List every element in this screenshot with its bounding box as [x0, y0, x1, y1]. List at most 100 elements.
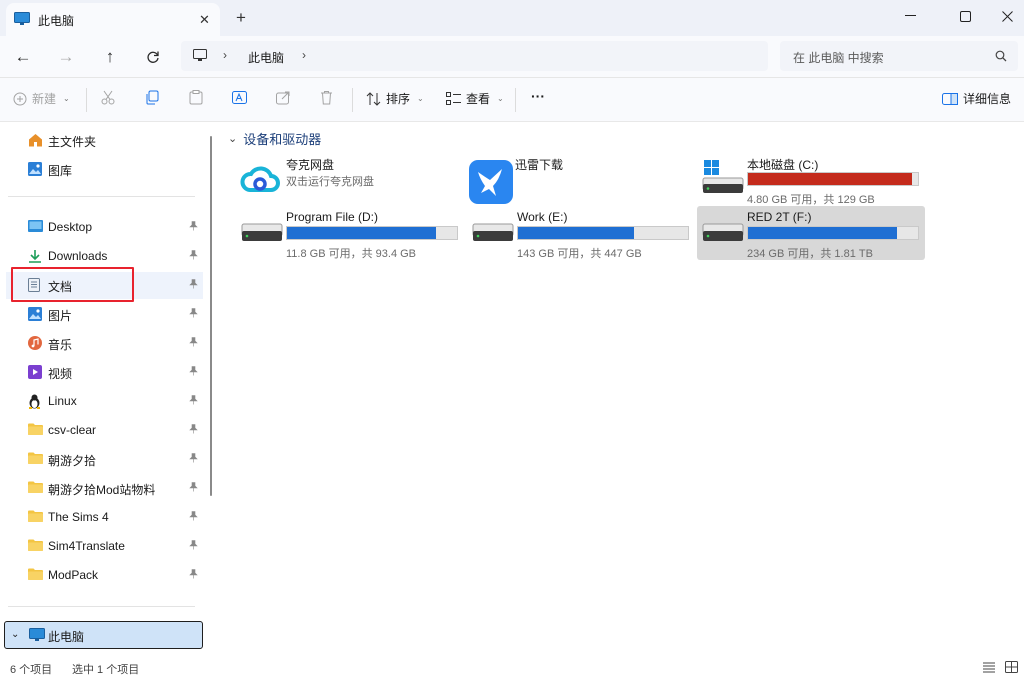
sidebar-item-modpack[interactable]: ModPack: [6, 562, 203, 589]
tab-this-pc[interactable]: 此电脑 ✕: [6, 3, 220, 36]
sidebar-item-folder[interactable]: 朝游夕拾: [6, 446, 203, 473]
tiles-view-icon: [1005, 661, 1018, 673]
address-bar: ← → ↑ › 此电脑 › 在 此电脑 中搜索: [0, 36, 1024, 78]
back-button[interactable]: ←: [8, 44, 38, 70]
search-box[interactable]: 在 此电脑 中搜索: [780, 41, 1018, 71]
maximize-button[interactable]: [942, 0, 988, 32]
drive-item-f[interactable]: RED 2T (F:) 234 GB 可用，共 1.81 TB: [697, 206, 925, 260]
pin-icon[interactable]: [189, 511, 198, 521]
music-icon: [28, 336, 42, 350]
drive-item-d[interactable]: Program File (D:) 11.8 GB 可用，共 93.4 GB: [236, 206, 464, 260]
cut-button[interactable]: [101, 90, 115, 105]
close-button[interactable]: [984, 0, 1024, 32]
pin-icon[interactable]: [189, 482, 198, 492]
sort-icon: [366, 91, 381, 106]
sidebar-item-sim4translate[interactable]: Sim4Translate: [6, 533, 203, 560]
sidebar-item-gallery[interactable]: 图库: [6, 156, 203, 183]
paste-button[interactable]: [189, 90, 203, 105]
sidebar-item-music[interactable]: 音乐: [6, 330, 203, 357]
rename-button[interactable]: [232, 90, 247, 105]
copy-button[interactable]: [145, 90, 159, 105]
app-name: 迅雷下载: [515, 158, 564, 172]
tab-title: 此电脑: [38, 14, 75, 28]
share-button[interactable]: [276, 90, 291, 105]
chevron-right-icon[interactable]: ›: [223, 48, 227, 62]
drive-item-e[interactable]: Work (E:) 143 GB 可用，共 447 GB: [467, 206, 695, 260]
details-pane-button[interactable]: 详细信息: [942, 90, 1011, 107]
refresh-button[interactable]: [138, 44, 168, 70]
sidebar-item-desktop[interactable]: Desktop: [6, 214, 203, 241]
sidebar-item-the-sims-4[interactable]: The Sims 4: [6, 504, 203, 531]
new-button[interactable]: 新建 ⌄: [13, 90, 70, 107]
minimize-button[interactable]: [887, 0, 933, 32]
forward-button[interactable]: →: [51, 44, 81, 70]
sidebar-item-downloads[interactable]: Downloads: [6, 243, 203, 270]
sidebar-item-csv-clear[interactable]: csv-clear: [6, 417, 203, 444]
more-options-button[interactable]: ···: [531, 88, 545, 104]
pin-icon[interactable]: [189, 366, 198, 376]
details-view-button[interactable]: [983, 662, 995, 673]
pictures-icon: [28, 307, 42, 321]
breadcrumb-this-pc[interactable]: 此电脑: [248, 49, 284, 66]
app-item-xunlei[interactable]: 迅雷下载: [465, 152, 693, 206]
folder-icon: [28, 452, 43, 464]
pin-icon[interactable]: [189, 279, 198, 289]
sidebar-item-label: Sim4Translate: [48, 539, 125, 553]
tab-close-icon[interactable]: ✕: [199, 12, 210, 28]
sidebar-item-videos[interactable]: 视频: [6, 359, 203, 386]
sidebar-item-linux[interactable]: Linux: [6, 388, 203, 415]
item-count: 6 个项目: [10, 664, 53, 676]
drive-item-c[interactable]: 本地磁盘 (C:) 4.80 GB 可用，共 129 GB: [697, 152, 925, 206]
pin-icon[interactable]: [189, 250, 198, 260]
sidebar-item-label: 朝游夕拾Mod站物料: [48, 483, 156, 497]
pin-icon[interactable]: [189, 395, 198, 405]
arrow-right-icon: →: [57, 47, 75, 66]
gallery-icon: [28, 162, 42, 176]
annotation-highlight-box: [11, 267, 134, 302]
chevron-down-icon: ⌄: [497, 94, 504, 103]
pin-icon[interactable]: [189, 569, 198, 579]
drive-usage-bar: [286, 226, 458, 240]
sidebar-item-label: 此电脑: [48, 630, 85, 644]
sort-button[interactable]: 排序 ⌄: [366, 90, 424, 107]
sidebar-item-label: ModPack: [48, 568, 99, 582]
monitor-icon: [193, 49, 207, 62]
sidebar-item-label: Desktop: [48, 220, 93, 234]
chevron-down-icon[interactable]: ⌄: [11, 629, 19, 640]
tiles-view-button[interactable]: [1005, 661, 1018, 673]
sidebar-scrollbar[interactable]: [210, 136, 212, 496]
folder-icon: [28, 481, 43, 493]
sidebar-item-folder[interactable]: 朝游夕拾Mod站物料: [6, 475, 203, 502]
sidebar-item-label: 朝游夕拾: [48, 454, 97, 468]
new-tab-button[interactable]: +: [236, 8, 246, 28]
plus-circle-icon: [13, 92, 27, 105]
group-header[interactable]: ⌄ 设备和驱动器: [228, 129, 321, 148]
delete-button[interactable]: [320, 90, 333, 105]
pin-icon[interactable]: [189, 221, 198, 231]
view-label: 查看: [466, 92, 491, 106]
windows-drive-icon: [701, 160, 745, 198]
divider: [86, 88, 87, 112]
up-button[interactable]: ↑: [95, 44, 125, 70]
sidebar-item-home[interactable]: 主文件夹: [6, 127, 203, 154]
sidebar-item-this-pc[interactable]: ⌄ 此电脑: [4, 621, 203, 649]
address-field[interactable]: › 此电脑 ›: [181, 41, 768, 71]
chevron-right-icon[interactable]: ›: [302, 48, 306, 62]
pin-icon[interactable]: [189, 540, 198, 550]
hard-drive-icon: [240, 214, 284, 248]
view-button[interactable]: 查看 ⌄: [446, 90, 504, 107]
details-pane-icon: [942, 92, 958, 105]
app-item-quark-drive[interactable]: 夸克网盘 双击运行夸克网盘: [236, 152, 464, 206]
pin-icon[interactable]: [189, 337, 198, 347]
pin-icon[interactable]: [189, 453, 198, 463]
drive-usage-fill: [518, 227, 634, 239]
new-label: 新建: [32, 92, 57, 106]
cloud-drive-icon: [240, 160, 280, 200]
sidebar-item-label: 视频: [48, 367, 73, 381]
pin-icon[interactable]: [189, 308, 198, 318]
close-icon: [1001, 10, 1013, 22]
app-subtitle: 双击运行夸克网盘: [286, 176, 374, 188]
hard-drive-icon: [701, 214, 745, 248]
sidebar-item-pictures[interactable]: 图片: [6, 301, 203, 328]
pin-icon[interactable]: [189, 424, 198, 434]
